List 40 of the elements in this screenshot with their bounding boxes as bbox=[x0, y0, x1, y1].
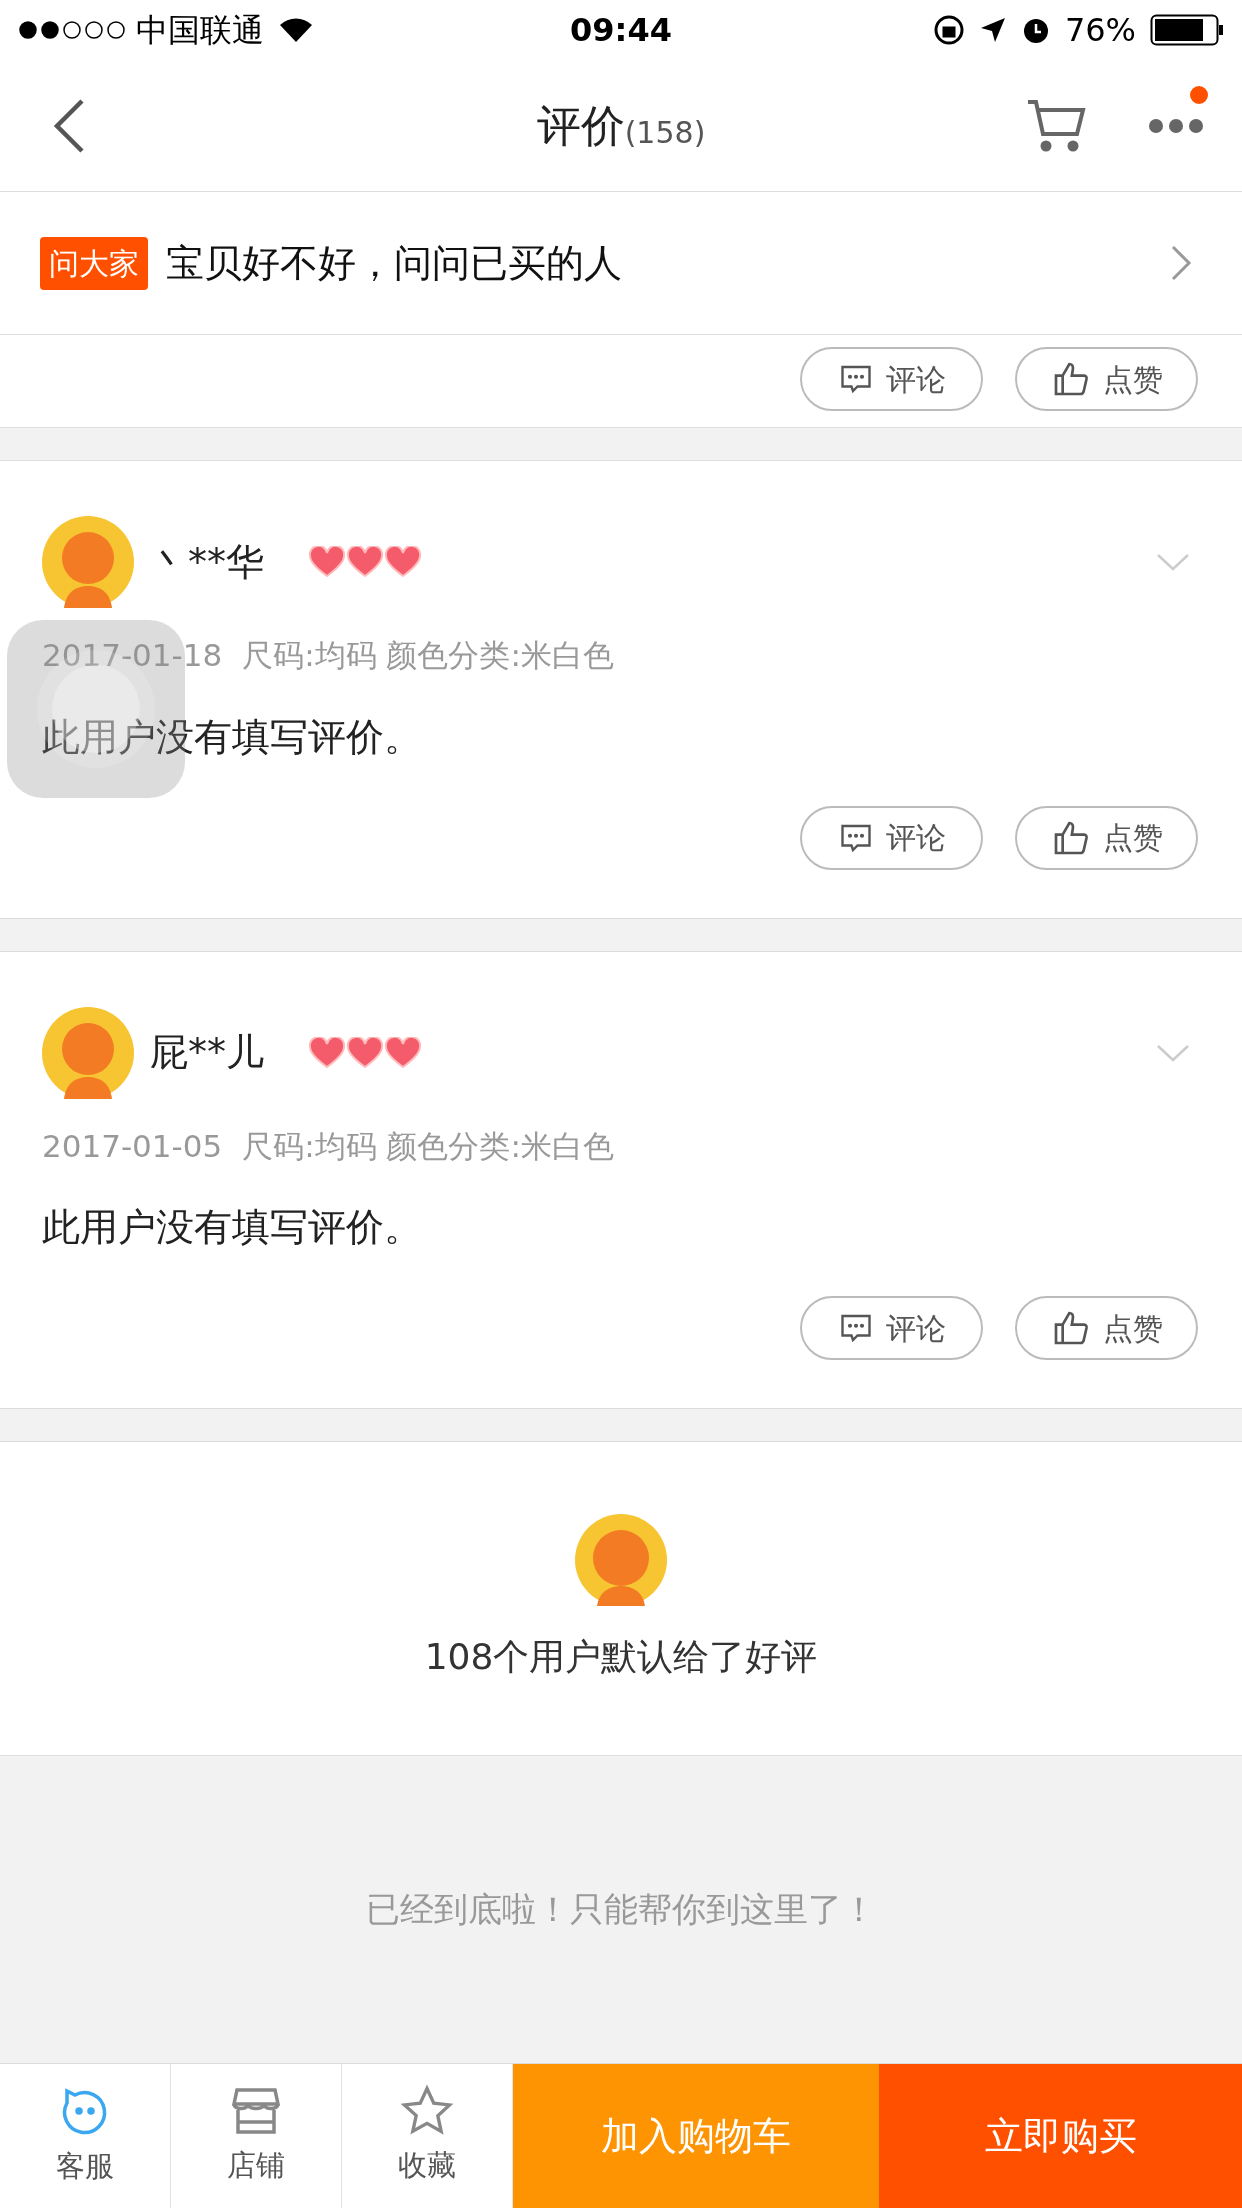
battery-percent: 76% bbox=[1064, 10, 1136, 51]
like-button[interactable]: 点赞 bbox=[1015, 805, 1198, 870]
comment-button[interactable]: 评论 bbox=[800, 805, 983, 870]
heart-icon bbox=[308, 1036, 346, 1069]
signal-icon bbox=[18, 20, 128, 40]
heart-icon bbox=[346, 546, 384, 578]
battery-icon bbox=[1150, 14, 1224, 46]
review-text: 此用户没有填写评价。 bbox=[42, 1204, 423, 1251]
heart-icon bbox=[384, 1036, 422, 1069]
like-button[interactable]: 点赞 bbox=[1015, 347, 1198, 411]
back-icon[interactable] bbox=[52, 97, 86, 154]
default-praise-text: 108个用户默认给了好评 bbox=[424, 1635, 818, 1679]
cart-icon[interactable] bbox=[1026, 97, 1086, 154]
user-name: 屁**儿 bbox=[150, 1029, 264, 1076]
review-text: 此用户没有填写评价。 bbox=[42, 713, 423, 761]
sku-info: 尺码:均码 颜色分类:米白色 bbox=[242, 1126, 614, 1166]
ask-tag: 问大家 bbox=[40, 236, 148, 290]
more-icon[interactable] bbox=[1148, 117, 1204, 134]
heart-icon bbox=[308, 546, 346, 578]
comment-button[interactable]: 评论 bbox=[800, 347, 983, 411]
wifi-icon bbox=[278, 16, 314, 44]
ask-bar[interactable]: 问大家 宝贝好不好，问问已买的人 bbox=[0, 192, 1242, 335]
review-date: 2017-01-18 bbox=[42, 636, 223, 675]
rotation-lock-icon bbox=[932, 14, 965, 46]
carrier-name: 中国联通 bbox=[136, 10, 264, 51]
end-of-list-note: 已经到底啦！只能帮你到这里了！ bbox=[366, 1888, 876, 1931]
review-count: (158) bbox=[624, 118, 706, 148]
page-title: 评价 bbox=[536, 104, 625, 148]
chevron-right-icon bbox=[1170, 244, 1192, 282]
like-button[interactable]: 点赞 bbox=[1015, 1296, 1198, 1360]
tab-bar-item[interactable]: 店铺 bbox=[171, 2064, 342, 2208]
sku-info: 尺码:均码 颜色分类:米白色 bbox=[242, 636, 614, 675]
heart-icon bbox=[346, 1036, 384, 1069]
review-date: 2017-01-05 bbox=[42, 1126, 223, 1166]
clock-time: 09:44 bbox=[570, 10, 672, 51]
user-name: 丶**华 bbox=[150, 538, 264, 586]
heart-icon bbox=[384, 546, 422, 578]
ask-prompt: 宝贝好不好，问问已买的人 bbox=[166, 239, 622, 287]
tab-bar-item[interactable]: 客服 bbox=[0, 2064, 171, 2208]
comment-button[interactable]: 评论 bbox=[800, 1296, 983, 1360]
